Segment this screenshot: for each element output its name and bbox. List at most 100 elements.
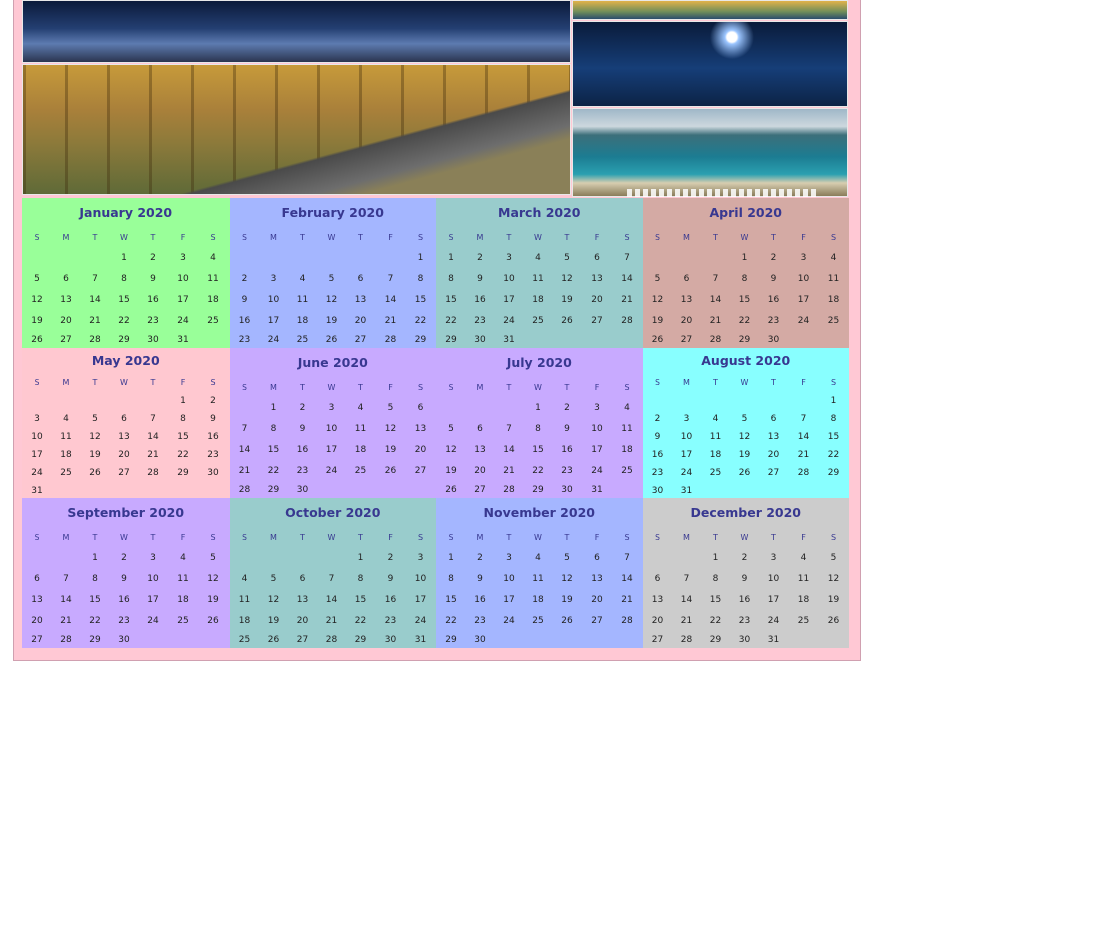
day-cell[interactable]: 4 — [823, 253, 845, 263]
day-cell[interactable]: 27 — [350, 335, 372, 345]
day-cell[interactable]: 10 — [586, 424, 608, 434]
day-cell[interactable]: 8 — [172, 414, 194, 424]
day-cell[interactable]: 4 — [527, 253, 549, 263]
day-cell[interactable]: 21 — [616, 295, 638, 305]
day-cell[interactable]: 16 — [647, 450, 669, 460]
day-cell[interactable]: 13 — [763, 432, 785, 442]
day-cell[interactable]: 28 — [321, 635, 343, 645]
day-cell[interactable]: 19 — [440, 466, 462, 476]
day-cell[interactable]: 23 — [647, 468, 669, 478]
day-cell[interactable]: 11 — [350, 424, 372, 434]
day-cell[interactable]: 25 — [616, 466, 638, 476]
day-cell[interactable]: 7 — [84, 274, 106, 284]
day-cell[interactable]: 28 — [676, 635, 698, 645]
day-cell[interactable]: 1 — [172, 396, 194, 406]
day-cell[interactable]: 17 — [142, 595, 164, 605]
day-cell[interactable]: 29 — [705, 635, 727, 645]
day-cell[interactable]: 3 — [498, 253, 520, 263]
day-cell[interactable]: 20 — [410, 445, 432, 455]
day-cell[interactable]: 27 — [586, 316, 608, 326]
day-cell[interactable]: 17 — [172, 295, 194, 305]
day-cell[interactable]: 2 — [734, 553, 756, 563]
day-cell[interactable]: 29 — [823, 468, 845, 478]
day-cell[interactable]: 22 — [410, 316, 432, 326]
day-cell[interactable]: 3 — [263, 274, 285, 284]
day-cell[interactable]: 31 — [586, 485, 608, 495]
day-cell[interactable]: 17 — [321, 445, 343, 455]
day-cell[interactable]: 19 — [823, 595, 845, 605]
day-cell[interactable]: 7 — [705, 274, 727, 284]
day-cell[interactable]: 4 — [705, 414, 727, 424]
day-cell[interactable]: 13 — [55, 295, 77, 305]
day-cell[interactable]: 16 — [556, 445, 578, 455]
day-cell[interactable]: 21 — [616, 595, 638, 605]
day-cell[interactable]: 16 — [142, 295, 164, 305]
day-cell[interactable]: 21 — [84, 316, 106, 326]
day-cell[interactable]: 17 — [793, 295, 815, 305]
day-cell[interactable]: 6 — [410, 403, 432, 413]
day-cell[interactable]: 12 — [647, 295, 669, 305]
day-cell[interactable]: 10 — [763, 574, 785, 584]
day-cell[interactable]: 11 — [172, 574, 194, 584]
day-cell[interactable]: 16 — [292, 445, 314, 455]
day-cell[interactable]: 30 — [380, 635, 402, 645]
day-cell[interactable]: 31 — [172, 335, 194, 345]
day-cell[interactable]: 24 — [498, 616, 520, 626]
day-cell[interactable]: 5 — [440, 424, 462, 434]
day-cell[interactable]: 10 — [321, 424, 343, 434]
day-cell[interactable]: 29 — [440, 335, 462, 345]
day-cell[interactable]: 12 — [734, 432, 756, 442]
day-cell[interactable]: 26 — [734, 468, 756, 478]
day-cell[interactable]: 25 — [234, 635, 256, 645]
day-cell[interactable]: 11 — [793, 574, 815, 584]
day-cell[interactable]: 22 — [172, 450, 194, 460]
day-cell[interactable]: 5 — [556, 253, 578, 263]
day-cell[interactable]: 4 — [172, 553, 194, 563]
day-cell[interactable]: 28 — [705, 335, 727, 345]
day-cell[interactable]: 9 — [556, 424, 578, 434]
day-cell[interactable]: 4 — [292, 274, 314, 284]
day-cell[interactable]: 15 — [705, 595, 727, 605]
day-cell[interactable]: 9 — [142, 274, 164, 284]
day-cell[interactable]: 21 — [498, 466, 520, 476]
day-cell[interactable]: 28 — [55, 635, 77, 645]
day-cell[interactable]: 20 — [55, 316, 77, 326]
day-cell[interactable]: 10 — [498, 574, 520, 584]
day-cell[interactable]: 18 — [823, 295, 845, 305]
day-cell[interactable]: 23 — [292, 466, 314, 476]
day-cell[interactable]: 26 — [202, 616, 224, 626]
day-cell[interactable]: 30 — [734, 635, 756, 645]
day-cell[interactable]: 13 — [292, 595, 314, 605]
day-cell[interactable]: 22 — [84, 616, 106, 626]
day-cell[interactable]: 5 — [26, 274, 48, 284]
day-cell[interactable]: 9 — [469, 574, 491, 584]
day-cell[interactable]: 3 — [586, 403, 608, 413]
day-cell[interactable]: 31 — [410, 635, 432, 645]
day-cell[interactable]: 31 — [763, 635, 785, 645]
day-cell[interactable]: 14 — [321, 595, 343, 605]
day-cell[interactable]: 23 — [763, 316, 785, 326]
day-cell[interactable]: 7 — [234, 424, 256, 434]
day-cell[interactable]: 3 — [172, 253, 194, 263]
day-cell[interactable]: 18 — [202, 295, 224, 305]
day-cell[interactable]: 6 — [586, 253, 608, 263]
day-cell[interactable]: 28 — [616, 316, 638, 326]
day-cell[interactable]: 27 — [586, 616, 608, 626]
day-cell[interactable]: 10 — [26, 432, 48, 442]
day-cell[interactable]: 26 — [440, 485, 462, 495]
day-cell[interactable]: 12 — [321, 295, 343, 305]
day-cell[interactable]: 25 — [793, 616, 815, 626]
day-cell[interactable]: 2 — [202, 396, 224, 406]
day-cell[interactable]: 12 — [556, 274, 578, 284]
day-cell[interactable]: 14 — [84, 295, 106, 305]
day-cell[interactable]: 26 — [556, 616, 578, 626]
day-cell[interactable]: 13 — [113, 432, 135, 442]
day-cell[interactable]: 14 — [705, 295, 727, 305]
day-cell[interactable]: 28 — [793, 468, 815, 478]
day-cell[interactable]: 9 — [763, 274, 785, 284]
day-cell[interactable]: 5 — [647, 274, 669, 284]
day-cell[interactable]: 7 — [616, 553, 638, 563]
day-cell[interactable]: 1 — [734, 253, 756, 263]
day-cell[interactable]: 20 — [586, 295, 608, 305]
day-cell[interactable]: 21 — [55, 616, 77, 626]
